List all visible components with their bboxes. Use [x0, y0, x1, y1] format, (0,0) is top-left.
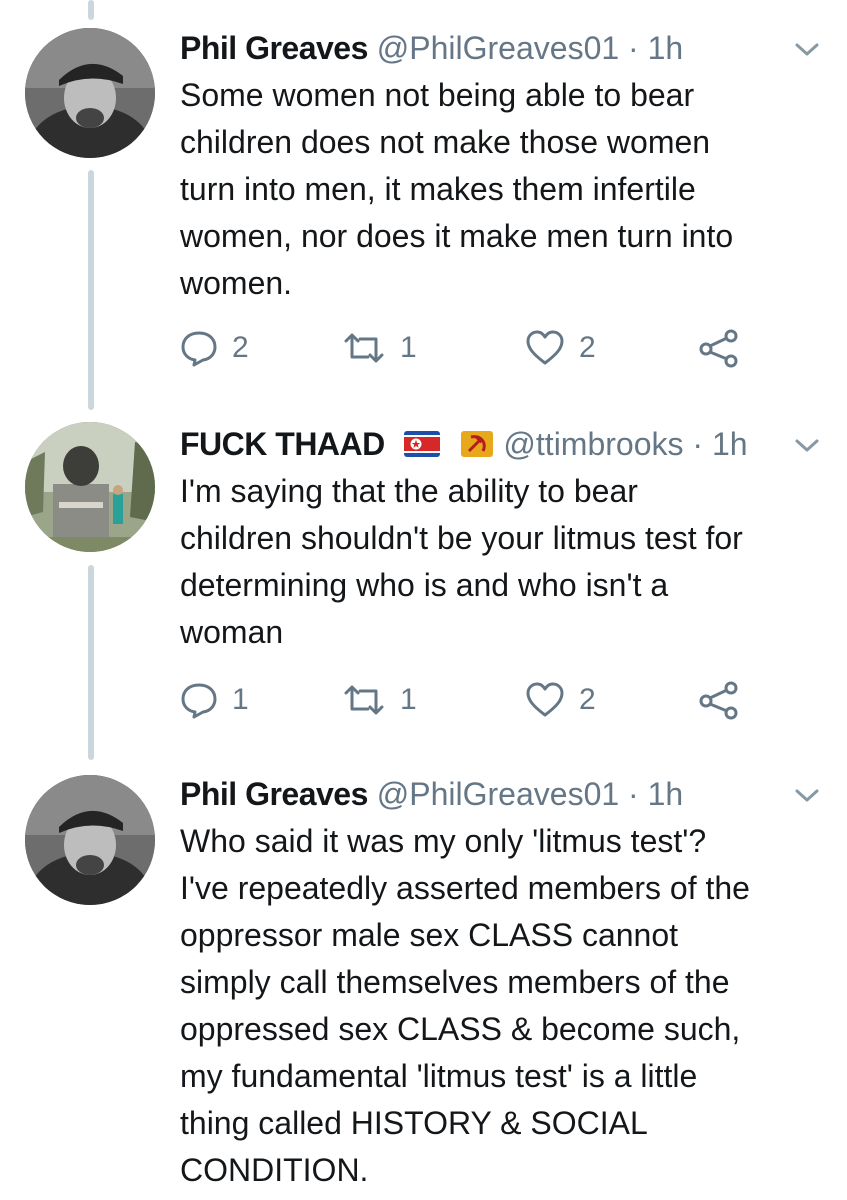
like-icon	[526, 330, 564, 365]
tweet-actions: 1 1 2	[180, 680, 780, 720]
timestamp[interactable]: 1h	[648, 776, 684, 812]
reply-icon	[181, 683, 217, 719]
chevron-down-icon[interactable]	[792, 786, 822, 806]
avatar[interactable]	[25, 775, 155, 905]
tweet-header: Phil Greaves @PhilGreaves01 · 1h	[180, 774, 683, 814]
tweet-text-line: CONDITION.	[180, 1152, 369, 1188]
tweet-text-line: simply call themselves members of the	[180, 964, 730, 1000]
avatar-image	[25, 775, 155, 905]
like-count: 2	[579, 683, 596, 716]
retweet-icon	[344, 333, 384, 363]
author-handle[interactable]: @PhilGreaves01	[377, 776, 619, 812]
retweet-button[interactable]: 1	[342, 680, 417, 720]
avatar[interactable]	[25, 422, 155, 552]
tweet-text-line: determining who is and who isn't a	[180, 567, 669, 603]
tweet-text-line: I've repeatedly asserted members of the	[180, 870, 750, 906]
tweet-text-line: woman	[180, 614, 284, 650]
timestamp[interactable]: 1h	[712, 426, 748, 462]
retweet-count: 1	[400, 331, 417, 364]
tweet-text-line: women, nor does it make men turn into	[180, 218, 734, 254]
timestamp[interactable]: 1h	[648, 30, 684, 66]
tweet-text-line: oppressed sex CLASS & become such,	[180, 1011, 741, 1047]
reply-icon	[181, 331, 217, 367]
hammer-sickle-flag-icon	[460, 431, 493, 457]
like-button[interactable]: 2	[525, 680, 596, 720]
reply-count: 1	[232, 683, 249, 716]
author-name[interactable]: FUCK THAAD	[180, 426, 385, 462]
tweet-header: FUCK THAAD @ttimbrooks · 1h	[180, 424, 748, 464]
separator: ·	[628, 776, 639, 812]
reply-count: 2	[232, 331, 249, 364]
share-icon	[699, 329, 738, 368]
like-count: 2	[579, 331, 596, 364]
like-icon	[526, 682, 564, 717]
avatar-image	[25, 422, 155, 552]
tweet-text-line: women.	[180, 265, 293, 301]
tweet-text-line: my fundamental 'litmus test' is a little	[180, 1058, 698, 1094]
tweet[interactable]: Phil Greaves @PhilGreaves01 · 1h Some wo…	[0, 0, 847, 400]
north-korea-flag-icon	[403, 431, 440, 457]
separator: ·	[628, 30, 639, 66]
retweet-icon	[344, 685, 384, 715]
tweet-text: Who said it was my only 'litmus test'? I…	[180, 818, 820, 1194]
reply-button[interactable]: 1	[180, 680, 249, 720]
tweet-text: Some women not being able to bear childr…	[180, 72, 820, 307]
tweet-text: I'm saying that the ability to bear chil…	[180, 468, 820, 656]
share-button[interactable]	[698, 328, 740, 368]
share-button[interactable]	[698, 680, 740, 720]
tweet-text-line: children shouldn't be your litmus test f…	[180, 520, 743, 556]
tweet[interactable]: FUCK THAAD @ttimbrooks · 1h I'm saying t…	[0, 400, 847, 760]
tweet-header: Phil Greaves @PhilGreaves01 · 1h	[180, 28, 683, 68]
retweet-button[interactable]: 1	[342, 328, 417, 368]
tweet-text-line: thing called HISTORY & SOCIAL	[180, 1105, 648, 1141]
tweet-text-line: oppressor male sex CLASS cannot	[180, 917, 679, 953]
reply-button[interactable]: 2	[180, 328, 249, 368]
author-name[interactable]: Phil Greaves	[180, 30, 368, 66]
tweet-actions: 2 1 2	[180, 328, 780, 368]
tweet-text-line: turn into men, it makes them infertile	[180, 171, 696, 207]
author-name[interactable]: Phil Greaves	[180, 776, 368, 812]
like-button[interactable]: 2	[525, 328, 596, 368]
retweet-count: 1	[400, 683, 417, 716]
avatar-image	[25, 28, 155, 158]
chevron-down-icon[interactable]	[792, 40, 822, 60]
separator: ·	[692, 426, 704, 462]
author-handle[interactable]: @PhilGreaves01	[377, 30, 619, 66]
author-handle[interactable]: @ttimbrooks	[503, 426, 683, 462]
tweet-text-line: Who said it was my only 'litmus test'?	[180, 823, 707, 859]
tweet-text-line: children does not make those women	[180, 124, 711, 160]
tweet[interactable]: Phil Greaves @PhilGreaves01 · 1h Who sai…	[0, 760, 847, 1200]
tweet-text-line: Some women not being able to bear	[180, 77, 695, 113]
share-icon	[699, 681, 738, 720]
chevron-down-icon[interactable]	[792, 436, 822, 456]
tweet-text-line: I'm saying that the ability to bear	[180, 473, 638, 509]
avatar[interactable]	[25, 28, 155, 158]
